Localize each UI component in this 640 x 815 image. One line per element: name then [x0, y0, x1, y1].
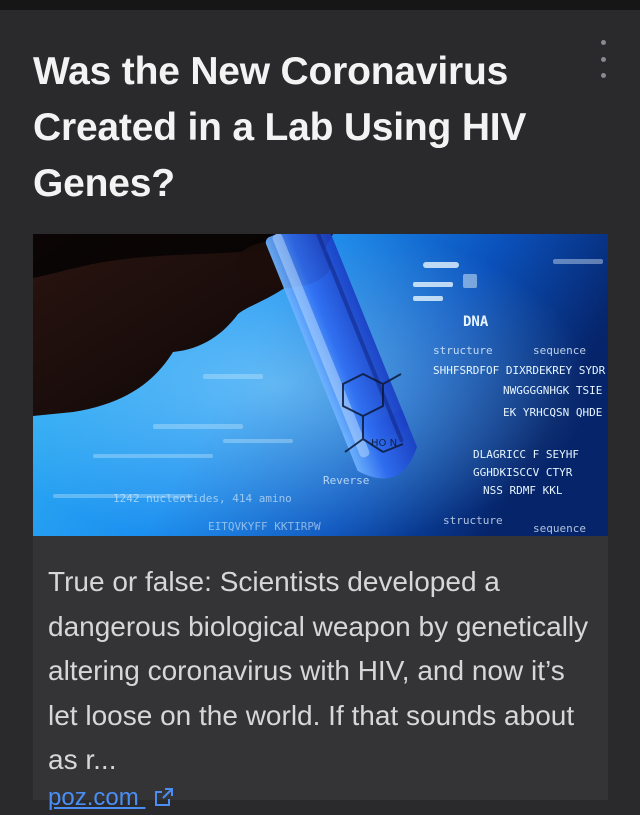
seq-line-6: NSS RDMF KKL [483, 484, 563, 497]
article-image[interactable]: DNA structure sequence SHHFSRDFOF DIXRDE… [33, 234, 608, 536]
sequence-bottom-label: sequence [533, 522, 586, 535]
dna-label: DNA [463, 314, 489, 330]
seq-line-1: SHHFSRDFOF DIXRDEKREY SYDR [433, 364, 606, 377]
article-title[interactable]: Was the New Coronavirus Created in a Lab… [33, 44, 573, 212]
seq-line-2: NWGGGGNHGK TSIE [503, 384, 602, 397]
article-description: True or false: Scientists developed a da… [48, 566, 589, 775]
structure-bottom-label: structure [443, 514, 503, 527]
seq-line-5: GGHDKISCCV CTYR [473, 466, 573, 479]
seq-line-4: DLAGRICC F SEYHF [473, 448, 579, 461]
source-domain[interactable]: poz.com [48, 784, 139, 811]
structure-label: structure [433, 344, 493, 357]
seq-bottom: EITQVKYFF KKTIRPW [208, 520, 321, 533]
external-link-icon [153, 786, 175, 815]
more-vertical-icon[interactable] [592, 40, 614, 78]
svg-text:HO N: HO N [371, 438, 397, 449]
top-bar [0, 0, 640, 10]
nucleotides-label: 1242 nucleotides, 414 amino [113, 492, 292, 505]
seq-line-3: EK YRHCQSN QHDE [503, 406, 602, 419]
sequence-label: sequence [533, 344, 586, 357]
article-summary-box[interactable]: True or false: Scientists developed a da… [33, 536, 608, 811]
reverse-label: Reverse [323, 474, 369, 487]
